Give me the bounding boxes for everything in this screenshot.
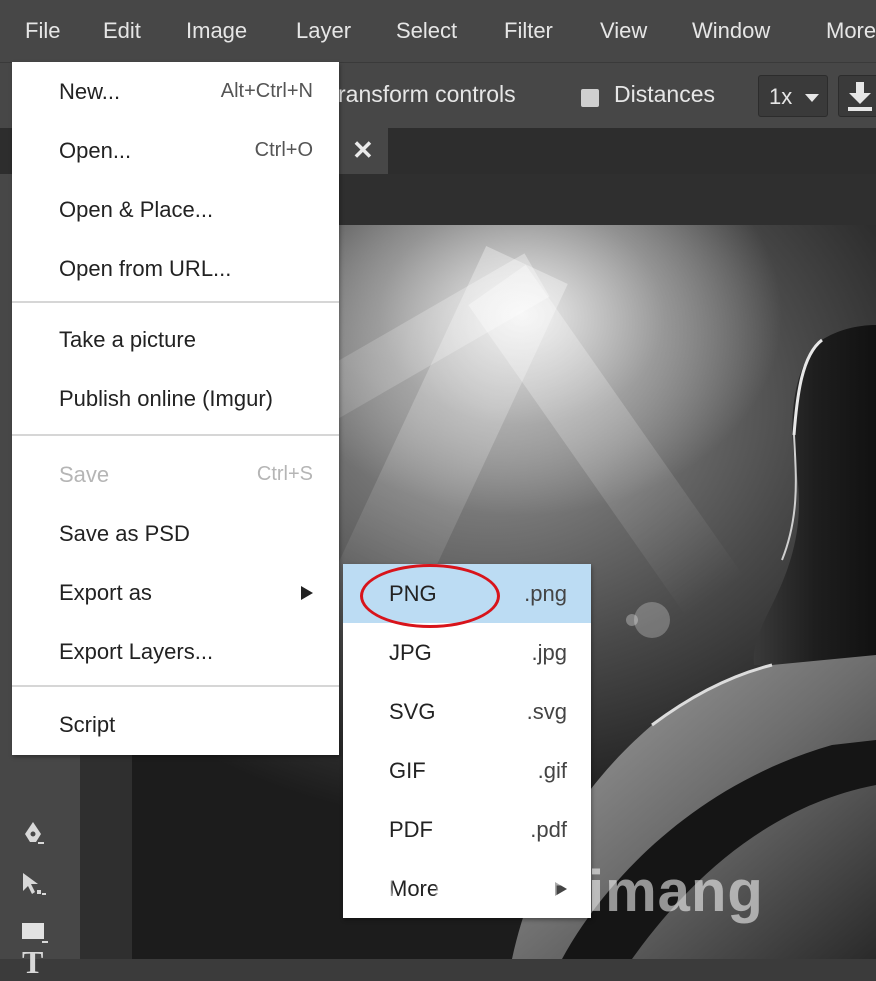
menu-item-label: Open from URL... (59, 256, 232, 281)
pen-tool-icon[interactable] (20, 820, 46, 846)
export-format-label: JPG (389, 640, 432, 665)
menu-item-label: New... (59, 79, 121, 104)
menu-item-script[interactable]: Script (12, 695, 339, 754)
menu-divider (12, 434, 339, 436)
export-format-label: GIF (389, 758, 426, 783)
menu-item-label: Publish online (Imgur) (59, 386, 273, 411)
menu-item-open[interactable]: Open... Ctrl+O (12, 121, 339, 180)
export-format-label: More (389, 876, 440, 901)
zoom-dropdown[interactable]: 1x (758, 75, 828, 117)
menu-layer[interactable]: Layer (296, 0, 351, 62)
submenu-arrow-icon (301, 586, 313, 600)
menu-item-label: Export Layers... (59, 639, 214, 664)
menu-item-shortcut: Ctrl+O (254, 139, 313, 161)
path-select-icon[interactable] (20, 870, 48, 898)
menu-item-export-layers[interactable]: Export Layers... (12, 622, 339, 681)
menu-item-label: Open & Place... (59, 197, 214, 222)
distances-checkbox[interactable] (581, 89, 599, 107)
rectangle-tool-icon[interactable] (20, 920, 50, 946)
download-icon (848, 82, 872, 111)
menu-file[interactable]: File (25, 0, 60, 62)
menu-item-shortcut: Ctrl+S (256, 463, 313, 485)
export-svg[interactable]: SVG .svg (343, 682, 591, 741)
menu-item-open-place[interactable]: Open & Place... (12, 180, 339, 239)
export-format-label: SVG (389, 699, 436, 724)
menubar: File Edit Image Layer Select Filter View… (0, 0, 876, 62)
menu-item-label: Save (59, 462, 110, 487)
menu-item-new[interactable]: New... Alt+Ctrl+N (12, 62, 339, 121)
export-extension: .pdf (530, 817, 567, 842)
menu-more[interactable]: More (826, 0, 876, 62)
submenu-arrow-icon (555, 882, 567, 896)
export-extension: .gif (537, 758, 567, 783)
menu-item-open-url[interactable]: Open from URL... (12, 239, 339, 298)
menu-item-save-psd[interactable]: Save as PSD (12, 504, 339, 563)
menu-edit[interactable]: Edit (103, 0, 141, 62)
menu-item-shortcut: Alt+Ctrl+N (220, 80, 313, 102)
menu-item-publish-online[interactable]: Publish online (Imgur) (12, 369, 339, 428)
annotation-circle (360, 564, 500, 628)
export-extension: .svg (526, 699, 567, 724)
file-menu: New... Alt+Ctrl+N Open... Ctrl+O Open & … (12, 62, 339, 755)
menu-image[interactable]: Image (186, 0, 247, 62)
zoom-value: 1x (769, 84, 793, 109)
export-extension: .jpg (531, 640, 567, 665)
menu-divider (12, 685, 339, 687)
distances-label[interactable]: Distances (614, 81, 715, 108)
menu-item-save: Save Ctrl+S (12, 445, 339, 504)
menu-item-take-picture[interactable]: Take a picture (12, 310, 339, 369)
menu-item-label: Script (59, 712, 116, 737)
export-extension: .png (524, 581, 567, 606)
menu-select[interactable]: Select (396, 0, 457, 62)
menu-divider (12, 301, 339, 303)
menu-item-label: Take a picture (59, 327, 196, 352)
export-pdf[interactable]: PDF .pdf (343, 800, 591, 859)
menu-item-label: Save as PSD (59, 521, 190, 546)
export-jpg[interactable]: JPG .jpg (343, 623, 591, 682)
close-icon[interactable]: ✕ (352, 132, 374, 168)
export-format-label: PDF (389, 817, 433, 842)
menu-view[interactable]: View (600, 0, 647, 62)
menu-item-label: Open... (59, 138, 132, 163)
export-more[interactable]: More (343, 859, 591, 918)
menu-item-export-as[interactable]: Export as (12, 563, 339, 622)
chevron-down-icon (805, 94, 819, 102)
export-gif[interactable]: GIF .gif (343, 741, 591, 800)
type-tool-icon[interactable]: T (22, 944, 43, 981)
menu-window[interactable]: Window (692, 0, 770, 62)
download-button[interactable] (838, 75, 876, 117)
menu-filter[interactable]: Filter (504, 0, 553, 62)
menu-item-label: Export as (59, 580, 152, 605)
transform-controls-label[interactable]: ransform controls (338, 81, 516, 108)
